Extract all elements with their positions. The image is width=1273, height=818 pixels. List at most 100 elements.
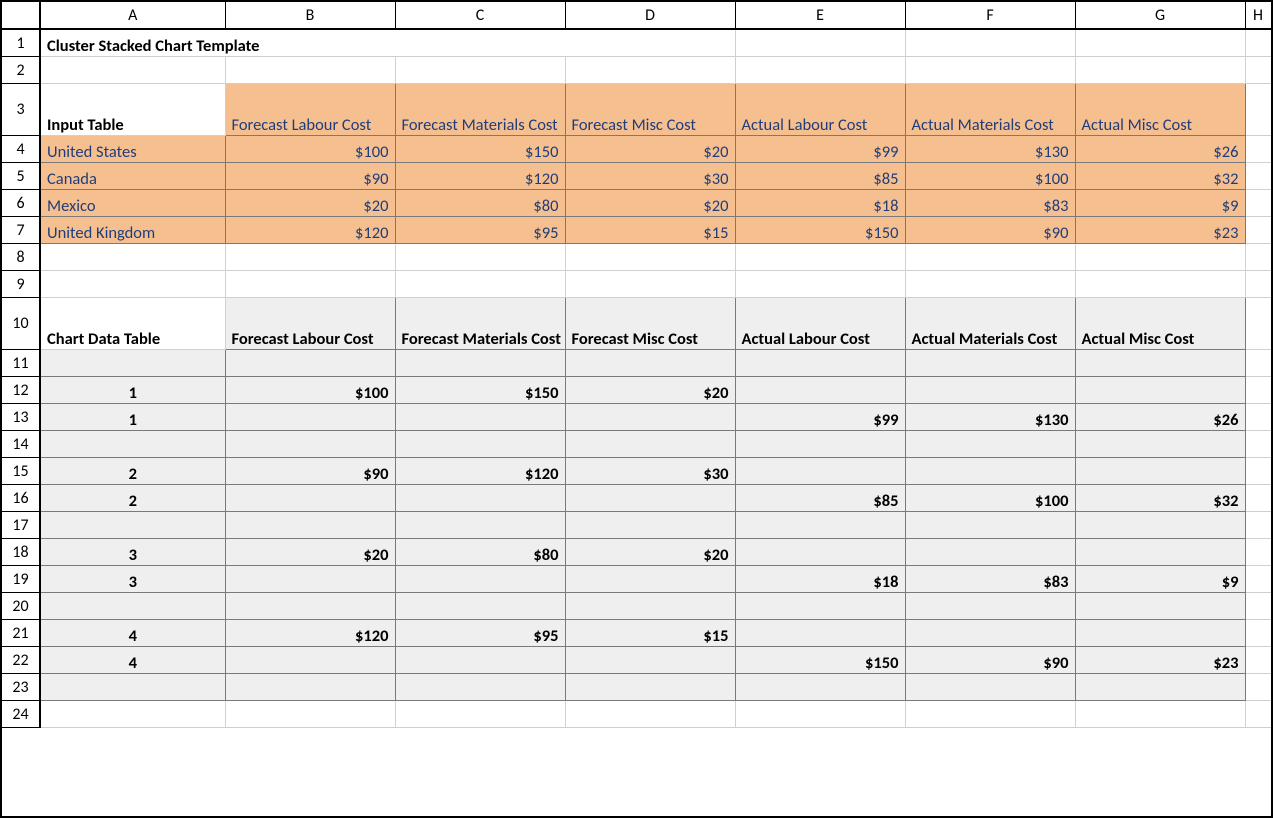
chart-row-2-2[interactable] [565,404,735,431]
chart-row-10-1[interactable]: $95 [395,620,565,647]
cell-E1[interactable] [735,29,905,57]
row-9[interactable]: 9 [2,271,1271,298]
input-row-name-0[interactable]: United States [40,136,225,163]
chart-row-11-id[interactable]: 4 [40,647,225,674]
cell-F2[interactable] [905,57,1075,84]
chart-row-3-id[interactable] [40,431,225,458]
chart-row-7-id[interactable]: 3 [40,539,225,566]
chart-row-7-5[interactable] [1075,539,1245,566]
chart-row-5-2[interactable] [565,485,735,512]
cell-B9[interactable] [225,271,395,298]
cell-H21[interactable] [1245,620,1271,647]
chart-hdr-forecast-misc[interactable]: Forecast Misc Cost [565,298,735,350]
cell-F8[interactable] [905,244,1075,271]
input-row-name-1[interactable]: Canada [40,163,225,190]
chart-row-0-5[interactable] [1075,350,1245,377]
row-13[interactable]: 13 1 $99 $130 $26 [2,404,1271,431]
row-4[interactable]: 4 United States $100 $150 $20 $99 $130 $… [2,136,1271,163]
input-row-3-3[interactable]: $150 [735,217,905,244]
chart-row-5-3[interactable]: $85 [735,485,905,512]
worksheet-grid[interactable]: A B C D E F G H 1 Cluster Stacked Chart … [2,2,1272,728]
chart-row-9-2[interactable] [565,593,735,620]
cell-B8[interactable] [225,244,395,271]
chart-row-6-2[interactable] [565,512,735,539]
cell-A2[interactable] [40,57,225,84]
chart-row-2-5[interactable]: $26 [1075,404,1245,431]
row-header-20[interactable]: 20 [2,593,40,620]
chart-row-2-id[interactable]: 1 [40,404,225,431]
cell-G24[interactable] [1075,701,1245,728]
chart-row-3-1[interactable] [395,431,565,458]
chart-row-11-2[interactable] [565,647,735,674]
row-3[interactable]: 3 Input Table Forecast Labour Cost Forec… [2,84,1271,136]
row-16[interactable]: 16 2 $85 $100 $32 [2,485,1271,512]
chart-row-4-2[interactable]: $30 [565,458,735,485]
row-header-23[interactable]: 23 [2,674,40,701]
chart-row-5-5[interactable]: $32 [1075,485,1245,512]
chart-row-3-5[interactable] [1075,431,1245,458]
cell-D9[interactable] [565,271,735,298]
input-row-0-5[interactable]: $26 [1075,136,1245,163]
cell-E8[interactable] [735,244,905,271]
chart-hdr-actual-materials[interactable]: Actual Materials Cost [905,298,1075,350]
input-row-name-2[interactable]: Mexico [40,190,225,217]
row-header-10[interactable]: 10 [2,298,40,350]
row-header-2[interactable]: 2 [2,57,40,84]
chart-row-3-0[interactable] [225,431,395,458]
row-14[interactable]: 14 [2,431,1271,458]
cell-H8[interactable] [1245,244,1271,271]
chart-row-7-0[interactable]: $20 [225,539,395,566]
cell-H16[interactable] [1245,485,1271,512]
chart-row-7-1[interactable]: $80 [395,539,565,566]
chart-row-2-0[interactable] [225,404,395,431]
chart-hdr-actual-misc[interactable]: Actual Misc Cost [1075,298,1245,350]
chart-row-3-2[interactable] [565,431,735,458]
chart-row-2-3[interactable]: $99 [735,404,905,431]
row-header-24[interactable]: 24 [2,701,40,728]
col-header-H[interactable]: H [1245,2,1271,29]
input-row-1-4[interactable]: $100 [905,163,1075,190]
chart-row-1-1[interactable]: $150 [395,377,565,404]
cell-H15[interactable] [1245,458,1271,485]
input-row-1-5[interactable]: $32 [1075,163,1245,190]
cell-H19[interactable] [1245,566,1271,593]
cell-C24[interactable] [395,701,565,728]
col-header-G[interactable]: G [1075,2,1245,29]
row-2[interactable]: 2 [2,57,1271,84]
cell-G2[interactable] [1075,57,1245,84]
row-header-12[interactable]: 12 [2,377,40,404]
chart-row-0-3[interactable] [735,350,905,377]
cell-H4[interactable] [1245,136,1271,163]
col-header-D[interactable]: D [565,2,735,29]
chart-row-0-4[interactable] [905,350,1075,377]
cell-G8[interactable] [1075,244,1245,271]
cell-C8[interactable] [395,244,565,271]
row-header-4[interactable]: 4 [2,136,40,163]
cell-H18[interactable] [1245,539,1271,566]
chart-row-3-3[interactable] [735,431,905,458]
chart-row-10-3[interactable] [735,620,905,647]
chart-row-12-id[interactable] [40,674,225,701]
input-hdr-forecast-materials[interactable]: Forecast Materials Cost [395,84,565,136]
input-row-0-4[interactable]: $130 [905,136,1075,163]
chart-hdr-forecast-labour[interactable]: Forecast Labour Cost [225,298,395,350]
chart-row-9-4[interactable] [905,593,1075,620]
cell-H20[interactable] [1245,593,1271,620]
row-header-11[interactable]: 11 [2,350,40,377]
chart-row-0-id[interactable] [40,350,225,377]
chart-row-10-2[interactable]: $15 [565,620,735,647]
chart-row-8-1[interactable] [395,566,565,593]
chart-row-7-3[interactable] [735,539,905,566]
input-row-3-5[interactable]: $23 [1075,217,1245,244]
input-row-2-5[interactable]: $9 [1075,190,1245,217]
input-row-1-2[interactable]: $30 [565,163,735,190]
cell-E24[interactable] [735,701,905,728]
col-header-B[interactable]: B [225,2,395,29]
input-row-3-0[interactable]: $120 [225,217,395,244]
cell-D8[interactable] [565,244,735,271]
cell-D24[interactable] [565,701,735,728]
input-hdr-forecast-misc[interactable]: Forecast Misc Cost [565,84,735,136]
cell-H23[interactable] [1245,674,1271,701]
chart-row-4-5[interactable] [1075,458,1245,485]
cell-C2[interactable] [395,57,565,84]
